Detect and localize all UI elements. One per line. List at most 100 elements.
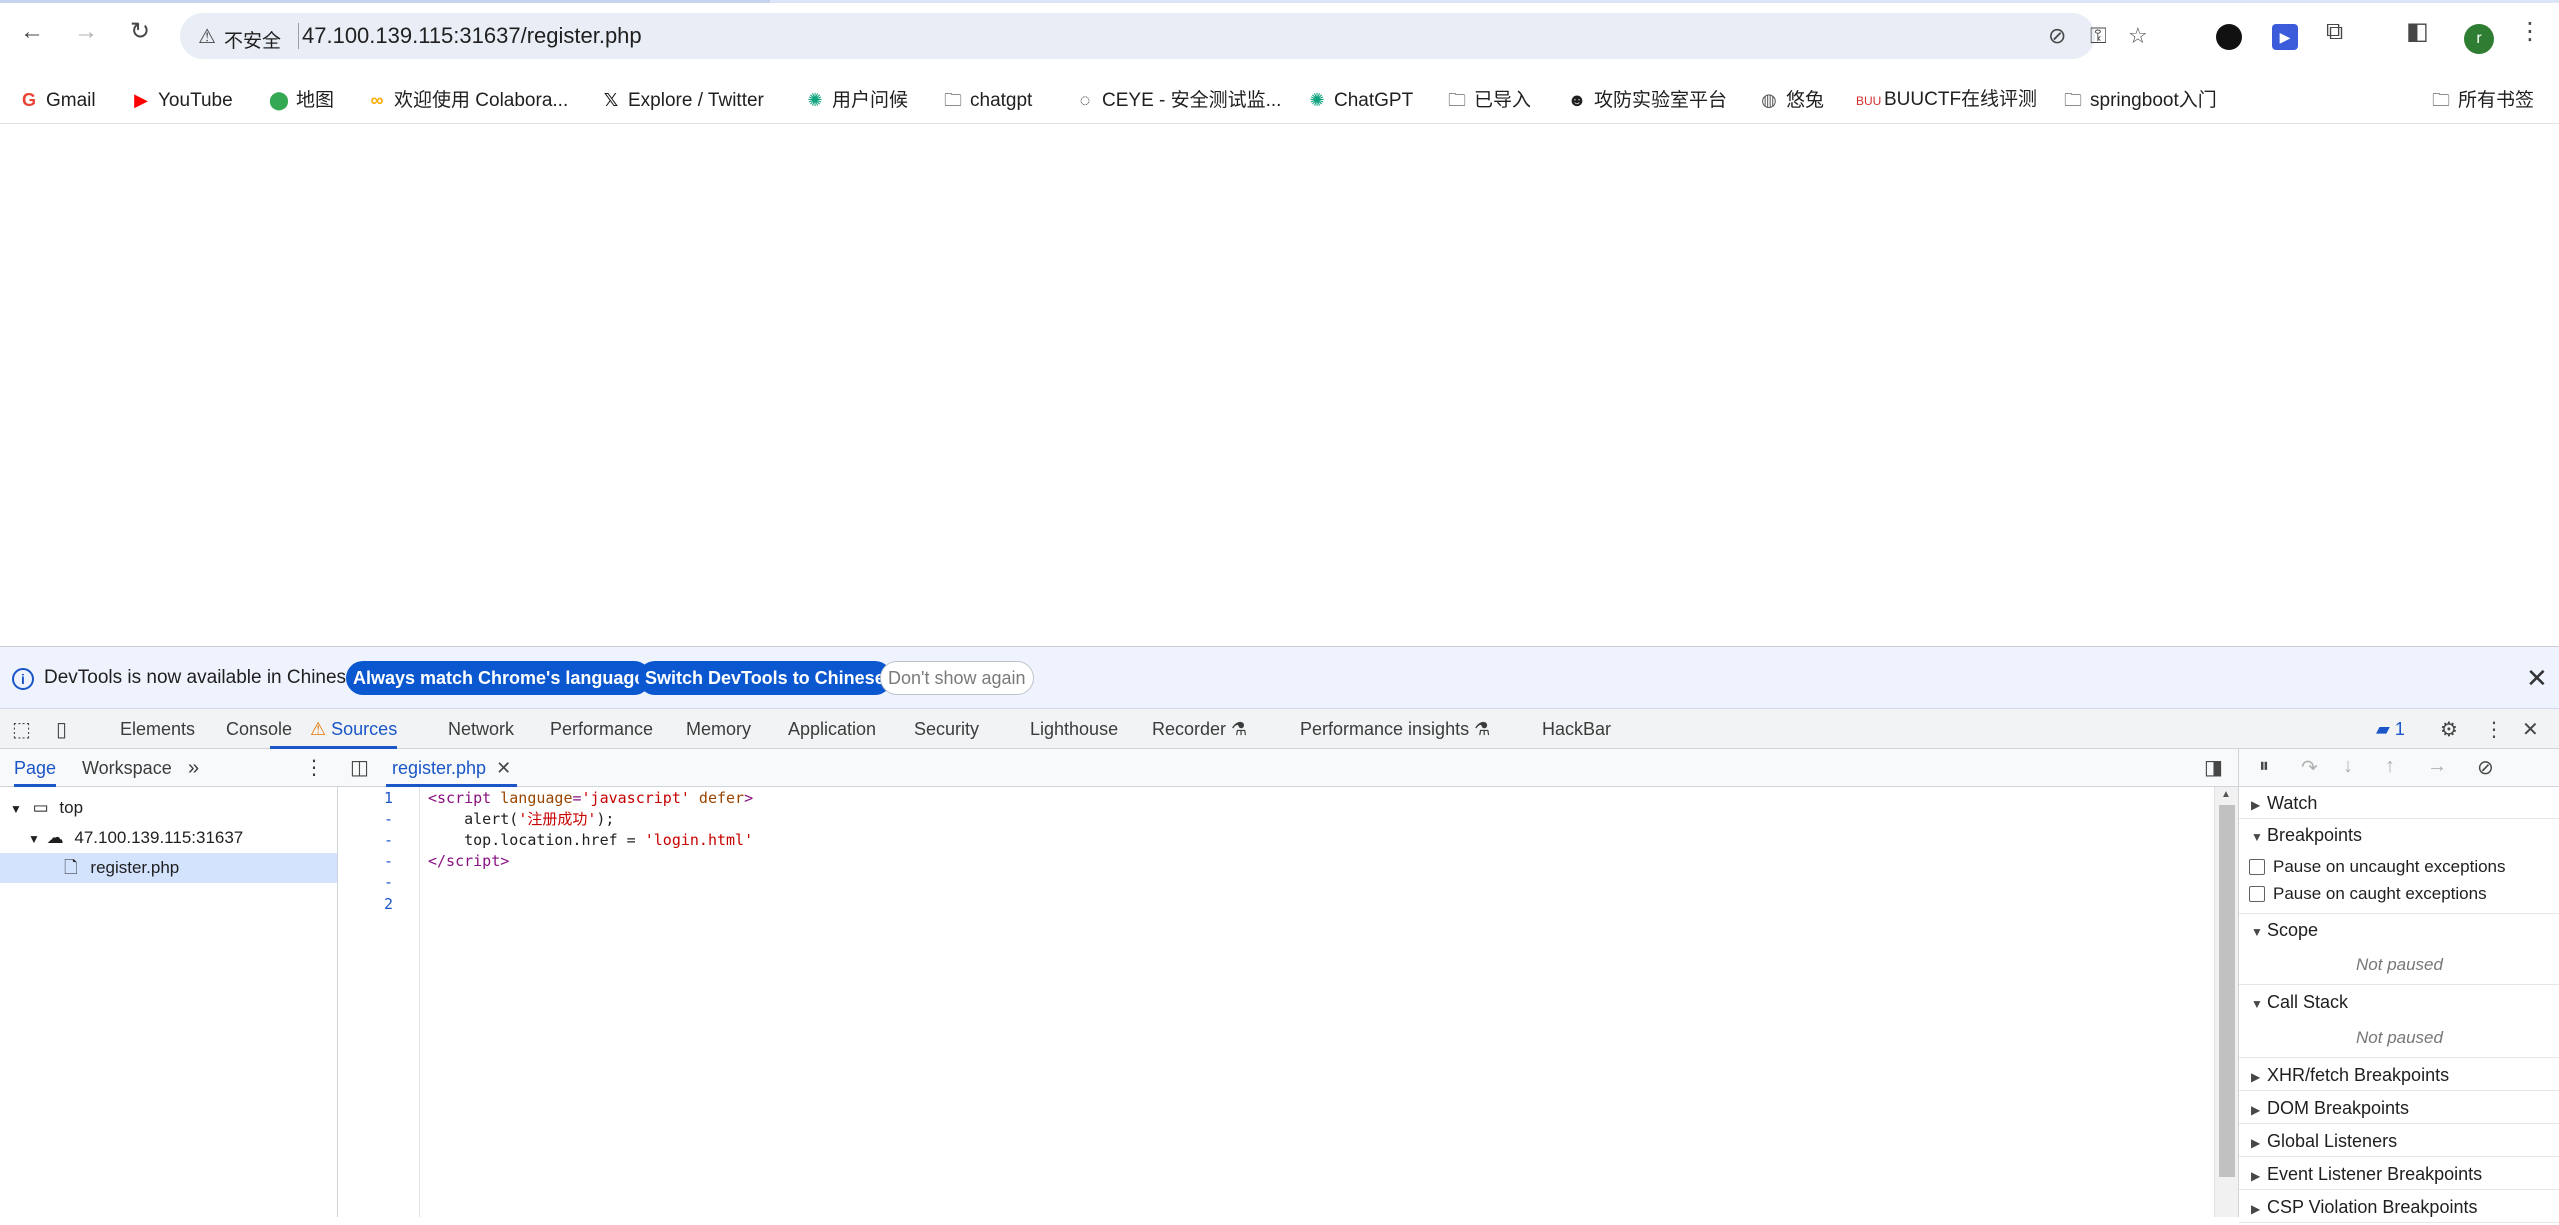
section-dom-breakpoints[interactable]: ▶ DOM Breakpoints [2239,1092,2559,1124]
section-csp-breakpoints[interactable]: ▶ CSP Violation Breakpoints [2239,1191,2559,1223]
navigator-menu-icon[interactable]: ⋮ [304,749,324,787]
section-event-listener-breakpoints[interactable]: ▶ Event Listener Breakpoints [2239,1158,2559,1190]
scrollbar-thumb[interactable] [2219,805,2235,1177]
tab-sources[interactable]: ⚠ Sources [270,709,398,749]
address-bar[interactable]: ⚠ 不安全 47.100.139.115:31637/register.php … [180,13,2148,59]
pause-caught-checkbox[interactable] [2249,886,2265,902]
menu-kebab-icon[interactable]: ⋮ [2518,20,2542,44]
step-icon[interactable]: → [2427,755,2447,778]
tab-network[interactable]: Network [448,709,514,749]
device-toggle-icon[interactable]: ▯ [56,717,67,742]
bookmark-youtu[interactable]: ◍ 悠兔 [1758,87,1824,113]
tree-item-top[interactable]: ▼ ▭ top [0,793,337,823]
tree-item-register-php[interactable]: 🗋 register.php [0,853,337,883]
extension-circle-icon[interactable] [2216,24,2242,50]
switch-chinese-button[interactable]: Switch DevTools to Chinese [638,661,892,695]
editor-tab-register-php[interactable]: register.php ✕ [386,749,518,787]
side-panel-icon[interactable]: ◧ [2406,20,2429,44]
step-out-icon[interactable]: ↑ [2385,755,2395,778]
line-number[interactable]: - [384,829,393,851]
bookmark-user-greeting[interactable]: ✺ 用户问候 [804,87,908,113]
bookmark-star-icon[interactable]: ☆ [2128,23,2148,49]
expand-triangle-icon: ▼ [10,802,22,816]
pause-caught-row[interactable]: Pause on caught exceptions [2249,880,2487,908]
reload-button[interactable]: ↻ [128,20,152,44]
pause-uncaught-row[interactable]: Pause on uncaught exceptions [2249,853,2506,881]
inspect-element-icon[interactable]: ⬚ [12,717,31,742]
bookmark-twitter[interactable]: 𝕏 Explore / Twitter [600,87,764,113]
close-tab-icon[interactable]: ✕ [496,758,511,778]
bookmark-folder-springboot[interactable]: 🗀 springboot入门 [2062,87,2217,113]
bookmark-colab[interactable]: ∞ 欢迎使用 Colabora... [366,87,569,113]
bookmark-chatgpt[interactable]: ✺ ChatGPT [1306,87,1413,113]
key-icon[interactable]: ⚿ [2090,23,2107,49]
step-into-icon[interactable]: ↓ [2343,755,2353,778]
tab-recorder[interactable]: Recorder ⚗ [1152,709,1247,749]
bookmark-maps[interactable]: ⬤ 地图 [268,87,334,113]
match-language-button[interactable]: Always match Chrome's language [346,661,652,695]
line-gutter: 1 - - - - 2 [338,787,420,1217]
file-icon: 🗋 [64,858,78,877]
bookmark-buuctf[interactable]: BUU BUUCTF在线评测 [1856,87,2037,113]
section-call-stack[interactable]: ▼ Call Stack [2239,986,2559,1018]
dont-show-again-button[interactable]: Don't show again [880,661,1034,695]
section-scope[interactable]: ▼ Scope [2239,913,2559,945]
tab-security[interactable]: Security [914,709,979,749]
pause-icon[interactable]: ⏸ [2259,755,2269,778]
section-global-listeners[interactable]: ▶ Global Listeners [2239,1125,2559,1157]
close-icon[interactable]: ✕ [2526,663,2548,694]
bookmark-attack-lab[interactable]: ☻ 攻防实验室平台 [1566,87,1728,113]
security-label[interactable]: 不安全 [224,26,281,53]
eye-off-icon[interactable]: ⊘ [2048,23,2066,49]
bookmark-all-bookmarks[interactable]: 🗀 所有书签 [2430,87,2534,113]
line-number[interactable]: - [384,808,393,830]
deactivate-breakpoints-icon[interactable]: ⊘ [2477,755,2494,780]
forward-button[interactable]: → [74,20,98,44]
tab-performance-insights[interactable]: Performance insights ⚗ [1300,709,1490,749]
section-breakpoints[interactable]: ▼ Breakpoints [2239,819,2559,851]
url-text[interactable]: 47.100.139.115:31637/register.php [302,23,642,49]
extension-play-icon[interactable]: ▶ [2272,24,2298,50]
toggle-navigator-icon[interactable]: ◫ [350,755,369,780]
issues-chat-icon: ▰ [2376,719,2390,739]
tab-page[interactable]: Page [14,749,57,787]
scroll-up-icon[interactable]: ▲ [2221,789,2231,800]
tab-memory[interactable]: Memory [686,709,751,749]
settings-gear-icon[interactable]: ⚙ [2440,717,2458,742]
bookmark-folder-chatgpt[interactable]: 🗀 chatgpt [942,87,1032,113]
collapsed-triangle-icon: ▶ [2251,1103,2261,1117]
tab-performance[interactable]: Performance [550,709,653,749]
section-watch[interactable]: ▶ Watch [2239,787,2559,819]
tab-workspace[interactable]: Workspace [82,749,172,787]
bookmark-folder-imported[interactable]: 🗀 已导入 [1446,87,1531,113]
section-xhr-breakpoints[interactable]: ▶ XHR/fetch Breakpoints [2239,1059,2559,1091]
back-button[interactable]: ← [20,20,44,44]
sources-navigator: Page Workspace » ⋮ ▼ ▭ top ▼ ☁ 47.100.13… [0,749,338,1217]
tree-item-origin[interactable]: ▼ ☁ 47.100.139.115:31637 [0,823,337,853]
bookmark-youtube[interactable]: ▶ YouTube [130,87,233,113]
bookmark-ceye[interactable]: ◌ CEYE - 安全测试监... [1074,87,1282,113]
tab-elements[interactable]: Elements [120,709,195,749]
tab-lighthouse[interactable]: Lighthouse [1030,709,1118,749]
more-tabs-icon[interactable]: » [188,749,199,787]
bookmark-gmail[interactable]: G Gmail [18,87,96,113]
line-number[interactable]: - [384,871,393,893]
line-number[interactable]: 1 [384,787,393,809]
line-number[interactable]: - [384,850,393,872]
tab-hackbar[interactable]: HackBar [1542,709,1611,749]
ceye-icon: ◌ [1079,90,1091,110]
avatar[interactable]: r [2464,24,2494,54]
toggle-debugger-icon[interactable]: ◨ [2204,755,2223,780]
collapsed-triangle-icon: ▶ [2251,798,2261,812]
close-devtools-icon[interactable]: ✕ [2522,717,2539,742]
line-number[interactable]: 2 [384,893,393,915]
cloud-icon: ☁ [46,828,64,847]
issues-counter[interactable]: ▰ 1 [2376,709,2405,749]
step-over-icon[interactable]: ↷ [2301,755,2318,780]
expanded-triangle-icon: ▼ [2251,925,2263,939]
more-options-icon[interactable]: ⋮ [2484,717,2504,742]
editor-scrollbar[interactable]: ▲ [2214,787,2238,1217]
pause-uncaught-checkbox[interactable] [2249,859,2265,875]
extensions-puzzle-icon[interactable]: ⧉ [2326,20,2343,44]
tab-application[interactable]: Application [788,709,876,749]
